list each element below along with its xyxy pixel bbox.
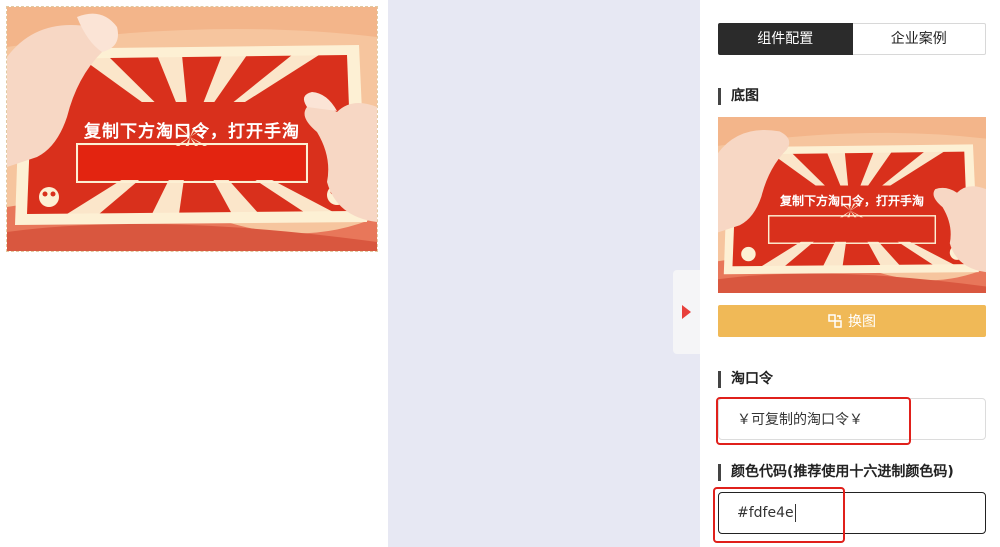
caret-right-icon	[682, 305, 691, 319]
workspace-background	[388, 0, 700, 547]
text-cursor	[794, 504, 796, 522]
taokouling-input[interactable]: ￥可复制的淘口令￥	[718, 398, 986, 440]
base-image-title: 底图	[718, 88, 759, 105]
swap-image-label: 换图	[848, 314, 876, 330]
color-code-value: #fdfe4e	[737, 505, 794, 521]
tab-component-config[interactable]: 组件配置	[718, 23, 853, 55]
color-code-title: 颜色代码(推荐使用十六进制颜色码)	[718, 464, 954, 481]
base-image-preview: 复制下方淘口令，打开手淘	[718, 117, 986, 293]
taokouling-title: 淘口令	[718, 371, 773, 388]
color-code-input[interactable]: #fdfe4e	[718, 492, 986, 534]
banner-component[interactable]: 复制下方淘口令，打开手淘	[6, 6, 378, 252]
swap-image-icon	[828, 314, 842, 328]
tab-enterprise-cases[interactable]: 企业案例	[852, 23, 986, 55]
thumbnail-prompt-text: 复制下方淘口令，打开手淘	[779, 194, 924, 208]
swap-image-button[interactable]: 换图	[718, 305, 986, 337]
panel-collapse-toggle[interactable]	[673, 270, 700, 354]
taokouling-prompt-text: 复制下方淘口令，打开手淘	[84, 122, 300, 142]
panel-tabs: 组件配置 企业案例	[718, 23, 986, 55]
